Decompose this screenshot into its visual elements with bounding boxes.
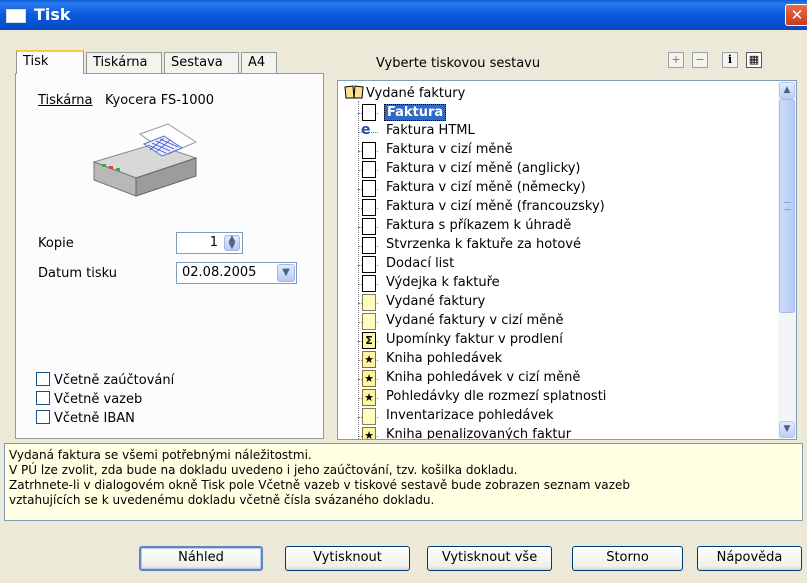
tree-item-label: Kniha pohledávek (386, 351, 503, 366)
report-icon (362, 408, 376, 425)
tree-item-label: Pohledávky dle rozmezí splatnosti (386, 389, 607, 404)
checkbox-including-accounting[interactable]: Včetně zaúčtování (36, 372, 174, 388)
tab-a4[interactable]: A4 (241, 52, 277, 73)
tree-root-node[interactable]: Vydané faktury (344, 85, 465, 101)
window-title: Tisk (34, 5, 71, 24)
info-icon[interactable]: i (722, 52, 738, 68)
checkbox-box[interactable] (36, 391, 50, 405)
checkbox-box[interactable] (36, 410, 50, 424)
tree-item-label: Faktura (384, 104, 447, 121)
tree-item-label: Dodací list (386, 256, 455, 271)
print-button[interactable]: Vytisknout (285, 546, 410, 571)
checkbox-box[interactable] (36, 372, 50, 386)
tab-panel-tisk: Tiskárna Kyocera FS-1000 Kopie 1 ▲ ▼ Datu… (15, 73, 324, 439)
document-icon (362, 256, 376, 273)
copies-value: 1 (209, 235, 218, 250)
document-icon (362, 180, 376, 197)
checkbox-label: Včetně vazeb (54, 392, 143, 407)
tab-sestava[interactable]: Sestava (164, 52, 239, 73)
description-line: V PÚ lze zvolit, zda bude na dokladu uve… (9, 463, 518, 477)
cancel-button[interactable]: Storno (572, 546, 683, 571)
minus-icon[interactable]: − (692, 52, 708, 68)
tree-item-label: Stvrzenka k faktuře za hotové (386, 237, 581, 252)
report-icon (362, 313, 376, 330)
star-report-icon: ★ (362, 351, 376, 368)
checkbox-including-iban[interactable]: Včetně IBAN (36, 410, 135, 426)
tree-item-label: Faktura v cizí měně (anglicky) (386, 161, 581, 176)
report-tree[interactable]: Vydané faktury Faktura e Faktura HTML Faktu… (337, 80, 797, 440)
printer-name: Kyocera FS-1000 (104, 93, 215, 108)
tree-root-label: Vydané faktury (366, 86, 466, 101)
title-bar: Tisk ✕ (0, 0, 807, 30)
tree-item-label: Faktura v cizí měně (francouzsky) (386, 199, 605, 214)
chevron-down-icon[interactable]: ▼ (277, 264, 295, 282)
grip-icon (784, 202, 791, 210)
tree-item-label: Kniha penalizovaných faktur (386, 427, 572, 440)
copies-spinner[interactable]: 1 ▲ ▼ (176, 232, 243, 254)
checkbox-label: Včetně IBAN (54, 411, 135, 426)
report-description: Vydaná faktura se všemi potřebnými nálež… (4, 443, 803, 521)
star-report-icon: ★ (362, 370, 376, 387)
help-button[interactable]: Nápověda (697, 546, 802, 571)
tree-item-label: Výdejka k faktuře (386, 275, 500, 290)
print-all-button[interactable]: Vytisknout vše (427, 546, 552, 571)
printer-link[interactable]: Tiskárna (38, 93, 93, 108)
printer-icon (92, 123, 198, 197)
tree-item-label: Upomínky faktur v prodlení (386, 332, 563, 347)
tree-item-label: Faktura v cizí měně (německy) (386, 180, 586, 195)
document-icon (362, 161, 376, 178)
tree-item-label: Inventarizace pohledávek (386, 408, 554, 423)
vertical-scrollbar[interactable]: ▲ ▼ (778, 81, 796, 439)
checkbox-including-links[interactable]: Včetně vazeb (36, 391, 142, 407)
report-select-label: Vyberte tiskovou sestavu (376, 56, 541, 71)
sigma-report-icon: Σ (362, 332, 376, 349)
tree-item-label: Faktura v cizí měně (386, 142, 513, 157)
document-icon (362, 237, 376, 254)
tree-item-label: Faktura s příkazem k úhradě (386, 218, 572, 233)
document-icon (362, 275, 376, 292)
checkbox-label: Včetně zaúčtování (54, 373, 175, 388)
tree-item-label: Kniha pohledávek v cizí měně (386, 370, 581, 385)
document-icon (362, 199, 376, 216)
copies-label: Kopie (38, 236, 74, 251)
print-date-value: 02.08.2005 (182, 265, 257, 280)
tree-item-label: Vydané faktury (386, 294, 486, 309)
description-line: Zatrhnete-li v dialogovém okně Tisk pole… (9, 478, 630, 492)
document-icon (362, 142, 376, 159)
tree-item-label: Vydané faktury v cizí měně (386, 313, 564, 328)
star-report-icon: ★ (362, 427, 376, 439)
tab-tisk[interactable]: Tisk (16, 50, 84, 74)
scroll-thumb[interactable] (779, 99, 795, 313)
tree-item-label: Faktura HTML (386, 123, 475, 138)
description-line: Vydaná faktura se všemi potřebnými nálež… (9, 448, 312, 462)
close-button[interactable]: ✕ (785, 4, 807, 26)
print-date-picker[interactable]: 02.08.2005 ▼ (176, 262, 297, 284)
preview-button[interactable]: Náhled (139, 546, 263, 571)
tab-tiskarna[interactable]: Tiskárna (86, 52, 162, 73)
scroll-down-icon[interactable]: ▼ (779, 421, 795, 438)
document-icon (362, 104, 376, 121)
properties-icon[interactable]: ▦ (746, 52, 762, 68)
spinner-arrows-icon[interactable]: ▲ ▼ (224, 235, 240, 251)
report-icon (362, 294, 376, 311)
window-icon (6, 9, 26, 23)
description-line: vztahujících se k uvedenému dokladu včet… (9, 493, 435, 507)
star-report-icon: ★ (362, 389, 376, 406)
plus-icon[interactable]: + (668, 52, 684, 68)
browser-icon: e (361, 122, 371, 138)
scroll-up-icon[interactable]: ▲ (779, 82, 795, 99)
printer-row: Tiskárna Kyocera FS-1000 (38, 93, 214, 108)
open-book-icon (344, 85, 364, 99)
print-date-label: Datum tisku (38, 266, 117, 281)
print-dialog: Tisk ✕ Tisk Tiskárna Sestava A4 Tiskárna… (0, 0, 807, 583)
document-icon (362, 218, 376, 235)
